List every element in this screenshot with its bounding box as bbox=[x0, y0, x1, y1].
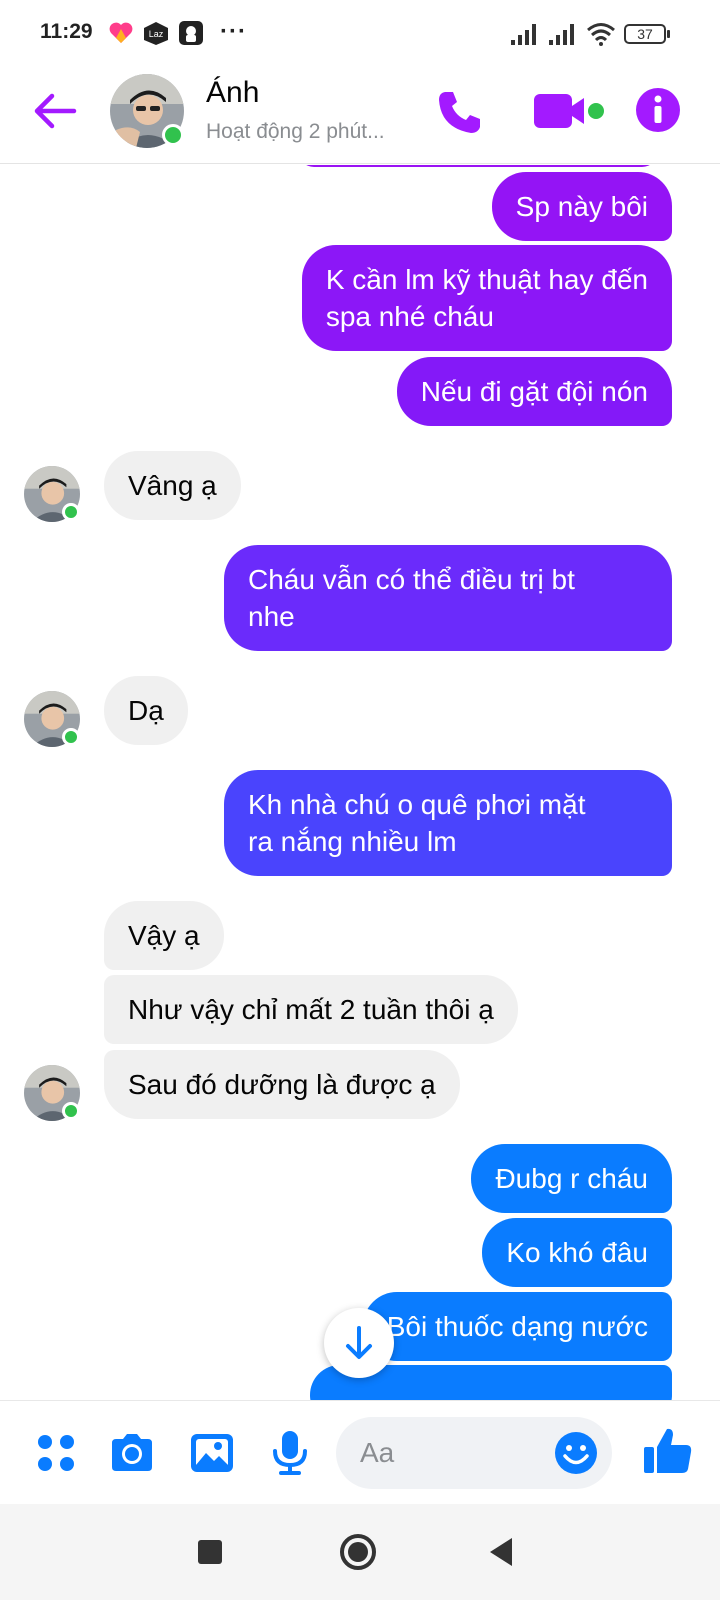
message-text: Vậy ạ bbox=[128, 920, 200, 951]
app-icon bbox=[179, 21, 203, 45]
message-composer bbox=[0, 1400, 720, 1504]
camera-icon[interactable] bbox=[108, 1429, 156, 1477]
message-text: K cần lm kỹ thuật hay đến spa nhé cháu bbox=[325, 264, 648, 332]
video-call-icon[interactable] bbox=[534, 90, 608, 134]
message-text: Vâng ạ bbox=[128, 470, 217, 501]
message-bubble-sent[interactable]: Đubg r cháu bbox=[471, 1144, 672, 1213]
message-bubble-sent[interactable]: Ko khó đâu bbox=[482, 1218, 672, 1287]
message-text: Kh nhà chú o quê phơi mặt ra nắng nhiều … bbox=[248, 789, 586, 857]
online-indicator bbox=[62, 1102, 80, 1120]
message-bubble-sent[interactable]: Nếu đi gặt đội nón bbox=[396, 357, 672, 426]
online-indicator bbox=[162, 124, 184, 146]
message-text: Sau đó dưỡng là được ạ bbox=[128, 1069, 436, 1100]
info-icon[interactable] bbox=[634, 86, 682, 134]
battery-level: 37 bbox=[637, 26, 653, 42]
recent-apps-icon[interactable] bbox=[188, 1530, 232, 1574]
message-bubble-sent[interactable]: K cần lm kỹ thuật hay đến spa nhé cháu bbox=[301, 245, 672, 351]
message-text: Ko khó đâu bbox=[506, 1237, 648, 1268]
message-text: Cháu vẫn có thể điều trị bt nhe bbox=[248, 564, 575, 632]
message-bubble-received[interactable]: Như vậy chỉ mất 2 tuần thôi ạ bbox=[104, 975, 518, 1044]
online-indicator bbox=[62, 503, 80, 521]
wifi-icon bbox=[587, 23, 615, 46]
message-bubble-received[interactable]: Dạ bbox=[104, 676, 188, 745]
message-bubble-sent[interactable]: Sp này bôi bbox=[491, 172, 672, 241]
microphone-icon[interactable] bbox=[266, 1429, 314, 1477]
back-icon[interactable] bbox=[480, 1530, 524, 1574]
gallery-icon[interactable] bbox=[188, 1429, 236, 1477]
message-text: Sp này bôi bbox=[515, 191, 648, 222]
status-time: 11:29 bbox=[40, 20, 93, 43]
back-arrow-icon[interactable] bbox=[30, 86, 80, 136]
status-bar: 11:29 Laz ··· 37 bbox=[0, 0, 720, 68]
partial-message-bubble bbox=[298, 165, 658, 167]
scroll-to-bottom-button[interactable] bbox=[324, 1308, 394, 1378]
battery-tip bbox=[667, 30, 670, 38]
battery-icon: 37 bbox=[624, 24, 666, 44]
message-text: Nếu đi gặt đội nón bbox=[420, 376, 648, 407]
status-more: ··· bbox=[220, 18, 247, 45]
message-bubble-received[interactable]: Sau đó dưỡng là được ạ bbox=[104, 1050, 460, 1119]
home-icon[interactable] bbox=[336, 1530, 380, 1574]
signal-icon bbox=[549, 24, 574, 45]
message-text: Đubg r cháu bbox=[495, 1163, 648, 1194]
message-input-container[interactable] bbox=[336, 1417, 612, 1489]
message-thread[interactable]: Sp này bôi K cần lm kỹ thuật hay đến spa… bbox=[0, 165, 720, 1400]
contact-name[interactable]: Ánh bbox=[206, 76, 259, 110]
message-input[interactable] bbox=[360, 1435, 540, 1471]
signal-icon bbox=[511, 24, 536, 45]
message-bubble-received[interactable]: Vậy ạ bbox=[104, 901, 224, 970]
message-bubble-sent[interactable]: Cháu vẫn có thể điều trị bt nhe bbox=[224, 545, 672, 651]
thumbs-up-icon[interactable] bbox=[642, 1425, 694, 1477]
active-status: Hoạt động 2 phút... bbox=[206, 120, 385, 143]
lazada-icon: Laz bbox=[144, 22, 168, 45]
phone-call-icon[interactable] bbox=[436, 88, 484, 136]
heart-app-icon bbox=[109, 22, 133, 43]
online-indicator bbox=[62, 728, 80, 746]
message-text: Như vậy chỉ mất 2 tuần thôi ạ bbox=[128, 994, 494, 1025]
svg-text:Laz: Laz bbox=[149, 29, 164, 39]
system-nav-bar bbox=[0, 1504, 720, 1600]
message-bubble-received[interactable]: Vâng ạ bbox=[104, 451, 241, 520]
emoji-icon[interactable] bbox=[554, 1431, 598, 1475]
message-bubble-sent[interactable]: Bôi thuốc dạng nước bbox=[362, 1292, 672, 1361]
apps-menu-icon[interactable] bbox=[32, 1429, 80, 1477]
chat-header: Ánh Hoạt động 2 phút... bbox=[0, 68, 720, 164]
message-text: Dạ bbox=[128, 695, 164, 726]
message-bubble-sent[interactable]: Kh nhà chú o quê phơi mặt ra nắng nhiều … bbox=[224, 770, 672, 876]
arrow-down-icon bbox=[346, 1326, 372, 1359]
message-text: Bôi thuốc dạng nước bbox=[386, 1311, 648, 1342]
